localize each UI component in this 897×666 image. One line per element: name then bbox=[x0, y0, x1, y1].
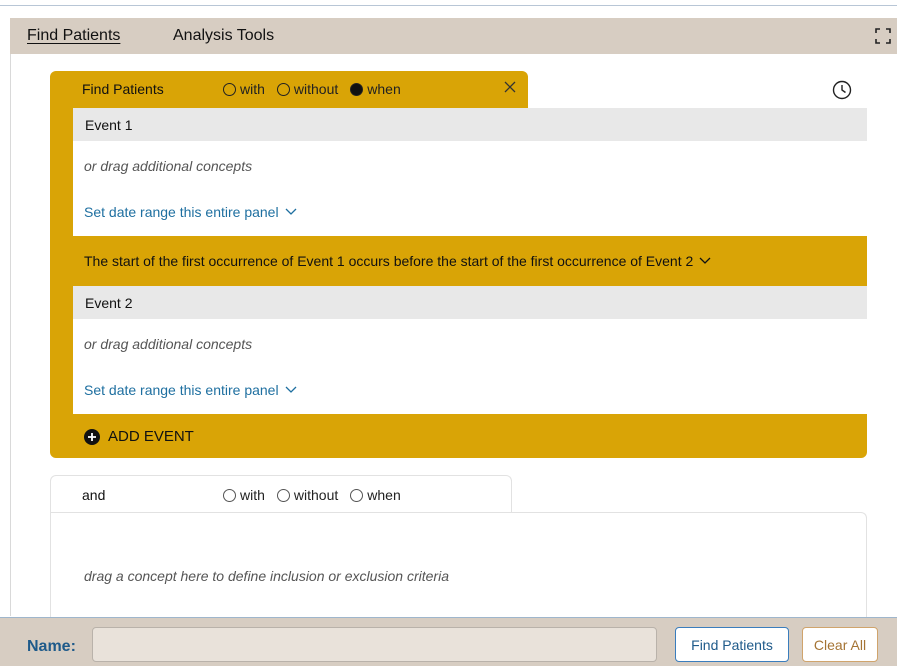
add-event-label: ADD EVENT bbox=[108, 428, 194, 445]
clock-icon[interactable] bbox=[832, 80, 852, 100]
event-1-drop-zone[interactable]: or drag additional concepts Set date ran… bbox=[73, 141, 867, 236]
panel-2-drop-zone[interactable]: drag a concept here to define inclusion … bbox=[50, 512, 867, 617]
expand-icon[interactable] bbox=[875, 28, 891, 44]
radio-with-label: with bbox=[240, 487, 265, 503]
query-name-input[interactable] bbox=[92, 627, 657, 662]
find-patients-button[interactable]: Find Patients bbox=[675, 627, 789, 662]
query-name-label: Name: bbox=[27, 638, 76, 655]
chevron-down-icon bbox=[699, 257, 711, 264]
add-event-button[interactable]: ADD EVENT bbox=[84, 428, 194, 445]
radio-when-label: when bbox=[367, 81, 401, 97]
panel-2-title: and bbox=[82, 487, 106, 503]
radio-when-label: when bbox=[367, 487, 401, 503]
panel-1-option-without[interactable]: without bbox=[276, 81, 339, 97]
radio-without-label: without bbox=[293, 81, 339, 97]
event-1-drag-hint: or drag additional concepts bbox=[84, 158, 253, 174]
radio-without[interactable] bbox=[276, 488, 290, 502]
chevron-down-icon bbox=[285, 386, 297, 393]
panel-1-option-with[interactable]: with bbox=[223, 81, 265, 97]
radio-when[interactable] bbox=[350, 82, 364, 96]
chevron-down-icon bbox=[285, 208, 297, 215]
radio-without-label: without bbox=[293, 487, 339, 503]
tab-analysis-tools[interactable]: Analysis Tools bbox=[173, 27, 274, 45]
event-1-date-range-label: Set date range this entire panel bbox=[84, 204, 279, 220]
panel-1-option-when[interactable]: when bbox=[350, 81, 401, 97]
event-relation-text: The start of the first occurrence of Eve… bbox=[84, 253, 694, 269]
query-footer: Name: Find Patients Clear All bbox=[0, 617, 897, 666]
plus-circle-icon bbox=[84, 428, 100, 445]
radio-when[interactable] bbox=[350, 488, 364, 502]
radio-with-label: with bbox=[240, 81, 265, 97]
panel-1-header: Find Patients with without when bbox=[50, 71, 528, 108]
query-tool-header: Find Patients Analysis Tools bbox=[10, 18, 897, 54]
close-icon[interactable] bbox=[503, 80, 517, 94]
panel-1-mode-options: with without when bbox=[223, 81, 401, 97]
panel-1-title: Find Patients bbox=[82, 81, 164, 97]
panel-2-header: and with without when bbox=[50, 475, 512, 513]
event-relation-selector[interactable]: The start of the first occurrence of Eve… bbox=[73, 237, 867, 286]
event-2-drag-hint: or drag additional concepts bbox=[84, 336, 253, 352]
event-2-date-range-label: Set date range this entire panel bbox=[84, 382, 279, 398]
clear-all-button[interactable]: Clear All bbox=[802, 627, 878, 662]
panel-2-mode-options: with without when bbox=[223, 487, 401, 503]
radio-with[interactable] bbox=[223, 82, 236, 96]
radio-without[interactable] bbox=[276, 82, 290, 96]
event-2-date-range-link[interactable]: Set date range this entire panel bbox=[84, 382, 297, 398]
event-2-header: Event 2 bbox=[73, 286, 867, 319]
panel-2-option-without[interactable]: without bbox=[276, 487, 339, 503]
event-1-date-range-link[interactable]: Set date range this entire panel bbox=[84, 204, 297, 220]
panel-2-option-with[interactable]: with bbox=[223, 487, 265, 503]
event-1-header: Event 1 bbox=[73, 108, 867, 141]
tab-find-patients[interactable]: Find Patients bbox=[27, 27, 120, 45]
radio-with[interactable] bbox=[223, 488, 236, 502]
left-border bbox=[10, 54, 11, 616]
top-divider bbox=[0, 0, 897, 6]
event-2-drop-zone[interactable]: or drag additional concepts Set date ran… bbox=[73, 319, 867, 414]
panel-2-drag-hint: drag a concept here to define inclusion … bbox=[84, 568, 449, 584]
panel-2-option-when[interactable]: when bbox=[350, 487, 401, 503]
